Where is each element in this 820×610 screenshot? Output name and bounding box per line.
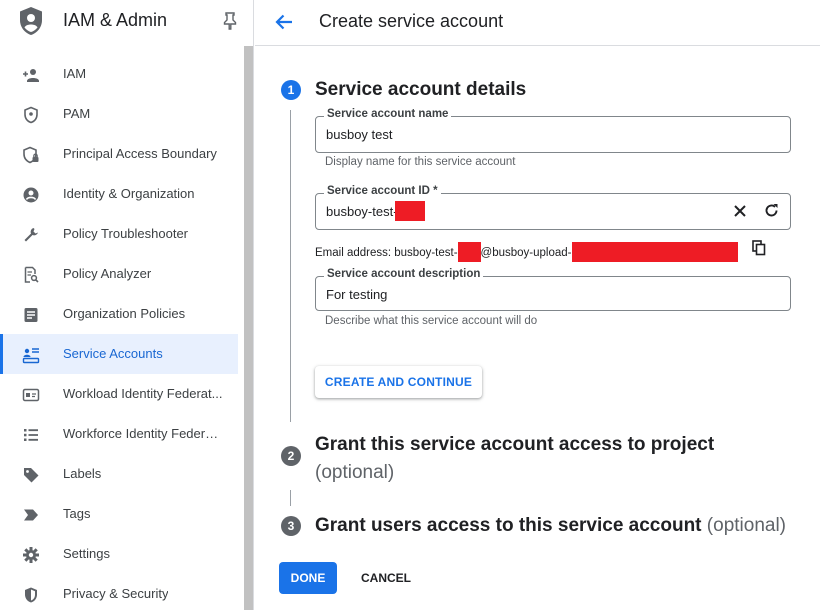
sidebar-item-labels[interactable]: Labels [0,454,238,494]
service-account-name-hint: Display name for this service account [325,156,516,168]
create-and-continue-button[interactable]: CREATE AND CONTINUE [315,366,482,398]
sidebar-item-label: Labels [63,466,102,481]
document-search-icon [22,266,40,284]
shield-lock-icon [22,146,40,164]
sidebar-item-label: Settings [63,546,110,561]
id-card-icon [22,386,40,404]
sidebar-item-privacy-security[interactable]: Privacy & Security [0,574,238,610]
shield-icon [22,586,40,604]
step-1-indicator: 1 [281,80,301,100]
redaction-box [571,242,738,262]
step-3-title: Grant users access to this service accou… [315,515,786,537]
sidebar-item-principal-access-boundary[interactable]: Principal Access Boundary [0,134,238,174]
gear-icon [22,546,40,564]
step-2-optional: (optional) [315,462,395,483]
done-button[interactable]: DONE [279,562,337,594]
sidebar-item-settings[interactable]: Settings [0,534,238,574]
service-account-id-field[interactable]: Service account ID * busboy-test- [315,185,791,230]
page-title: Create service account [319,11,504,31]
shield-person-icon [20,7,42,35]
sidebar-item-label: Policy Troubleshooter [63,226,189,241]
step-2-title: Grant this service account access to pro… [315,431,785,487]
copy-icon[interactable] [752,240,766,256]
pin-icon[interactable] [222,11,238,31]
service-account-description-hint: Describe what this service account will … [325,315,538,327]
sidebar-item-pam[interactable]: PAM [0,94,238,134]
service-account-name-field[interactable]: Service account name busboy test [315,108,791,153]
service-account-name-value: busboy test [326,127,393,142]
sidebar: IAM & Admin IAM PAM Principal Access Bou… [0,0,254,610]
email-address-line: Email address: busboy-test- @busboy-uploa… [315,242,738,262]
sidebar-item-label: IAM [63,66,87,81]
step-connector [290,110,291,422]
cancel-button[interactable]: CANCEL [350,562,422,594]
redaction-box [457,242,481,262]
sidebar-scrollbar[interactable] [244,46,253,610]
app-title: IAM & Admin [63,10,168,30]
sidebar-item-service-accounts[interactable]: Service Accounts [0,334,238,374]
sidebar-item-label: Principal Access Boundary [63,146,217,161]
service-account-description-field[interactable]: Service account description For testing [315,268,791,311]
sidebar-item-label: Workload Identity Federat... [63,386,223,401]
service-account-id-value: busboy-test- [326,204,398,219]
sidebar-item-workload-identity-federation[interactable]: Workload Identity Federat... [0,374,238,414]
chevron-tag-icon [22,506,40,524]
sidebar-item-label: Identity & Organization [63,186,195,201]
sidebar-header: IAM & Admin [0,0,254,44]
sidebar-item-label: Workforce Identity Federa... [63,426,223,441]
shield-icon [22,106,40,124]
service-account-id-label: Service account ID * [324,185,441,197]
sidebar-item-policy-analyzer[interactable]: Policy Analyzer [0,254,238,294]
refresh-icon[interactable] [763,202,780,219]
sidebar-item-organization-policies[interactable]: Organization Policies [0,294,238,334]
service-account-description-value: For testing [326,287,388,302]
list-icon [22,426,40,444]
email-address-domain: @busboy-upload- [480,247,572,259]
list-doc-icon [22,306,40,324]
close-icon[interactable] [733,204,747,218]
account-circle-icon [22,186,40,204]
step-3-title-text: Grant users access to this service accou… [315,515,702,536]
sidebar-item-label: Privacy & Security [63,586,169,601]
arrow-back-icon[interactable] [273,11,295,33]
service-account-description-label: Service account description [324,268,484,280]
sidebar-item-label: Policy Analyzer [63,266,152,281]
sidebar-item-workforce-identity-federation[interactable]: Workforce Identity Federa... [0,414,238,454]
sidebar-item-tags[interactable]: Tags [0,494,238,534]
sidebar-item-label: PAM [63,106,91,121]
step-3-indicator: 3 [281,516,301,536]
page-header: Create service account [255,0,820,46]
sidebar-item-label: Service Accounts [63,346,163,361]
step-2-indicator: 2 [281,446,301,466]
redaction-box [395,201,425,221]
step-1-title: Service account details [315,79,527,100]
sidebar-item-identity-organization[interactable]: Identity & Organization [0,174,238,214]
sidebar-item-label: Organization Policies [63,306,186,321]
step-3-optional: (optional) [706,515,787,536]
step-connector [290,490,291,506]
service-account-name-label: Service account name [324,108,452,120]
sidebar-item-label: Tags [63,506,91,521]
email-address-prefix: Email address: busboy-test- [315,247,458,259]
person-add-icon [22,66,40,84]
tag-icon [22,466,40,484]
service-account-icon [22,346,40,364]
sidebar-item-iam[interactable]: IAM [0,54,238,94]
wrench-icon [22,226,40,244]
sidebar-item-policy-troubleshooter[interactable]: Policy Troubleshooter [0,214,238,254]
sidebar-nav: IAM PAM Principal Access Boundary Identi… [0,54,238,610]
step-2-title-text: Grant this service account access to pro… [315,434,715,455]
